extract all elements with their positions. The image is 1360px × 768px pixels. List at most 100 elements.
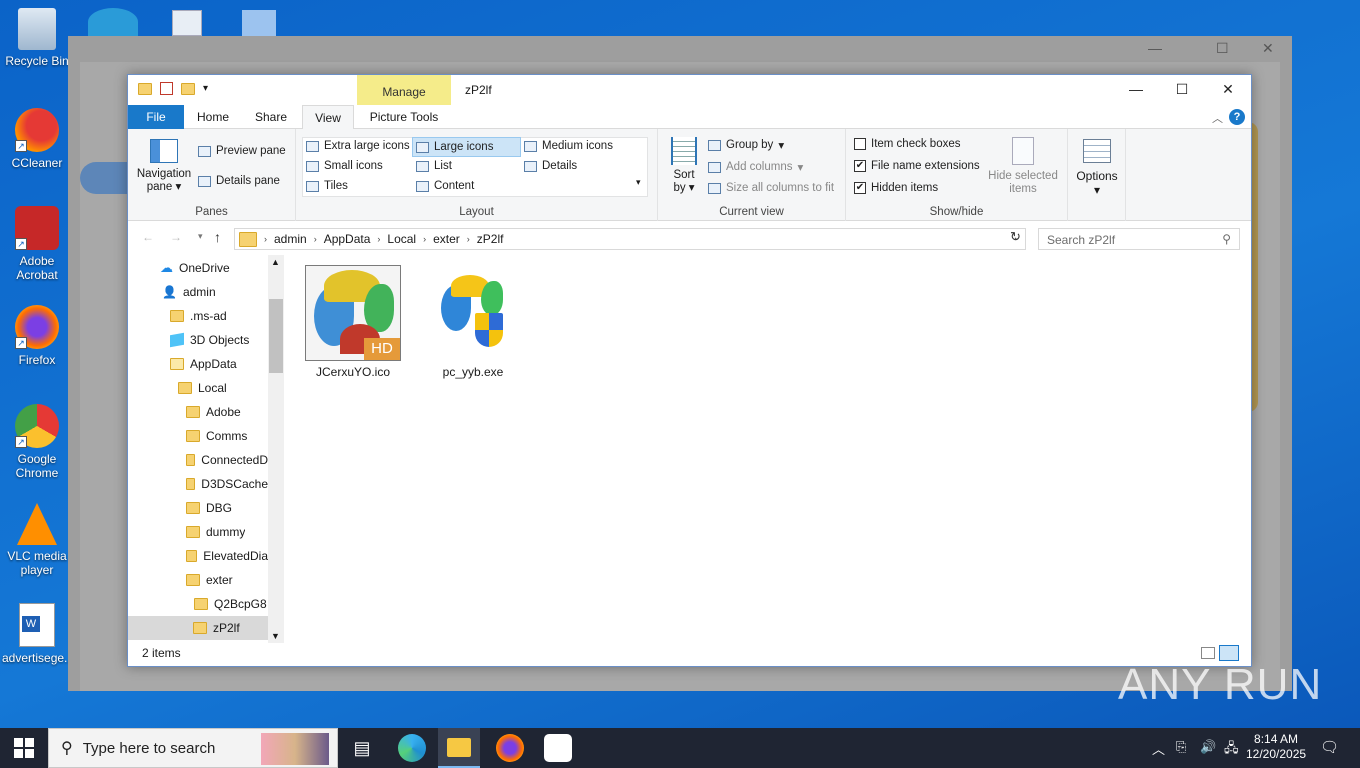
maximize-button[interactable]: ☐ (1159, 75, 1205, 105)
vlc-shortcut[interactable]: VLC media player (2, 503, 72, 577)
item-check-boxes-toggle[interactable]: Item check boxes (854, 138, 960, 150)
scroll-thumb[interactable] (269, 299, 283, 373)
layout-tiles[interactable]: Tiles (306, 180, 348, 192)
large-icons-view-icon[interactable] (1219, 645, 1239, 661)
word-document-shortcut[interactable]: W advertisege... (2, 603, 74, 665)
chrome-shortcut[interactable]: ↗ Google Chrome (2, 404, 72, 480)
tab-picture-tools[interactable]: Picture Tools (364, 105, 444, 129)
firefox-shortcut[interactable]: ↗ Firefox (2, 305, 72, 367)
nav-item-q2bcpg8[interactable]: Q2BcpG8 (194, 592, 267, 616)
windows-start-icon[interactable] (14, 738, 34, 758)
taskbar-search[interactable]: ⚲ Type here to search (48, 728, 338, 768)
maximize-icon[interactable]: ☐ (1216, 40, 1229, 57)
scroll-up-icon[interactable]: ▲ (271, 257, 280, 267)
layout-extra-large-icons[interactable]: Extra large icons (306, 140, 410, 152)
address-bar[interactable]: › admin › AppData › Local › exter › zP2l… (234, 228, 1026, 250)
checkbox-checked[interactable]: ✔ (854, 160, 866, 172)
nav-item-local[interactable]: Local (178, 376, 227, 400)
close-button[interactable]: ✕ (1205, 75, 1251, 105)
app-store-taskbar-icon[interactable] (544, 734, 572, 762)
properties-icon[interactable] (160, 82, 173, 95)
nav-item-comms[interactable]: Comms (186, 424, 247, 448)
new-folder-icon[interactable] (181, 82, 195, 95)
ccleaner-shortcut[interactable]: ↗ CCleaner (2, 108, 72, 170)
manage-contextual-tab[interactable]: Manage (357, 75, 451, 105)
task-view-icon[interactable]: ▤ (348, 734, 376, 762)
explorer-taskbar-button[interactable] (438, 728, 480, 768)
tab-file[interactable]: File (128, 105, 184, 129)
checkbox-unchecked[interactable] (854, 138, 866, 150)
tab-home[interactable]: Home (190, 105, 236, 129)
details-pane-button[interactable]: Details pane (198, 175, 280, 187)
file-item-exe[interactable]: pc_yyb.exe (418, 265, 528, 379)
close-icon[interactable]: ✕ (1262, 40, 1274, 57)
scroll-down-icon[interactable]: ▼ (271, 631, 280, 641)
breadcrumb-zp2lf[interactable]: zP2lf (477, 232, 504, 246)
search-input[interactable]: Search zP2lf ⚲ (1038, 228, 1240, 250)
sort-by-button[interactable]: Sort by ▾ (668, 137, 700, 195)
hidden-items-toggle[interactable]: ✔ Hidden items (854, 182, 938, 194)
firefox-taskbar-icon[interactable] (496, 734, 524, 762)
size-columns-button[interactable]: Size all columns to fit (708, 182, 834, 194)
chevron-down-icon[interactable]: ▾ (203, 83, 208, 94)
nav-item-exter[interactable]: exter (186, 568, 233, 592)
refresh-icon[interactable]: ↻ (1010, 229, 1021, 245)
notification-icon[interactable]: 🗨 (1320, 738, 1339, 756)
add-columns-button[interactable]: Add columns ▾ (708, 160, 803, 174)
layout-medium-icons[interactable]: Medium icons (524, 140, 613, 152)
chevron-up-icon[interactable]: ︿ (1152, 739, 1165, 758)
nav-item-connectedd[interactable]: ConnectedD (186, 448, 268, 472)
hide-selected-items-button[interactable]: Hide selected items (986, 137, 1060, 196)
tab-view[interactable]: View (302, 105, 354, 130)
edge-desktop-icon[interactable] (88, 8, 138, 36)
collapse-ribbon-icon[interactable]: ︿ (1212, 110, 1223, 126)
nav-item-dummy[interactable]: dummy (186, 520, 245, 544)
network-icon[interactable]: 🖧 (1224, 739, 1239, 761)
layout-more-icon[interactable]: ▾ (636, 177, 641, 188)
nav-item-zp2lf[interactable]: zP2lf (128, 616, 268, 640)
breadcrumb-local[interactable]: Local (387, 232, 416, 246)
breadcrumb-exter[interactable]: exter (433, 232, 460, 246)
nav-item-dbg[interactable]: DBG (186, 496, 232, 520)
layout-large-icons[interactable]: Large icons (412, 137, 521, 157)
breadcrumb-appdata[interactable]: AppData (324, 232, 371, 246)
nav-item-onedrive[interactable]: ☁ OneDrive (160, 256, 230, 280)
layout-list[interactable]: List (416, 160, 452, 172)
edge-taskbar-icon[interactable] (398, 734, 426, 762)
details-view-icon[interactable] (1201, 647, 1215, 659)
recycle-bin-icon[interactable]: Recycle Bin (2, 8, 72, 68)
minimize-button[interactable]: — (1113, 75, 1159, 105)
file-desktop-icon[interactable] (242, 10, 276, 36)
nav-item-d3dscache[interactable]: D3DSCache (186, 472, 268, 496)
minimize-icon[interactable]: — (1148, 40, 1162, 56)
tab-share[interactable]: Share (248, 105, 294, 129)
sidebar-active-pill[interactable] (80, 162, 132, 194)
image-file-desktop-icon[interactable] (172, 10, 202, 36)
forward-icon[interactable]: → (170, 230, 182, 244)
nav-item-admin[interactable]: 👤 admin (162, 280, 216, 304)
breadcrumb-admin[interactable]: admin (274, 232, 307, 246)
nav-item-adobe[interactable]: Adobe (186, 400, 241, 424)
nav-item-elevateddia[interactable]: ElevatedDia (186, 544, 268, 568)
clock[interactable]: 8:14 AM 12/20/2025 (1246, 732, 1306, 762)
up-icon[interactable]: ↑ (214, 229, 221, 245)
layout-small-icons[interactable]: Small icons (306, 160, 383, 172)
file-name-extensions-toggle[interactable]: ✔ File name extensions (854, 160, 980, 172)
nav-item-ms-ad[interactable]: .ms-ad (170, 304, 227, 328)
nav-scrollbar[interactable]: ▲ ▼ (268, 255, 284, 643)
group-by-button[interactable]: Group by ▾ (708, 138, 784, 152)
volume-icon[interactable]: 🔊 (1200, 739, 1216, 755)
meet-now-icon[interactable]: ⎘ (1176, 739, 1186, 755)
preview-pane-button[interactable]: Preview pane (198, 145, 286, 157)
help-icon[interactable]: ? (1229, 109, 1245, 125)
nav-item-appdata[interactable]: AppData (170, 352, 237, 376)
navigation-pane-button[interactable]: Navigation pane ▾ (136, 139, 192, 194)
checkbox-checked[interactable]: ✔ (854, 182, 866, 194)
recent-locations-icon[interactable]: ▾ (198, 231, 203, 242)
nav-item-3d-objects[interactable]: 3D Objects (170, 328, 249, 352)
file-item-ico[interactable]: HD JCerxuYO.ico (298, 265, 408, 379)
layout-details[interactable]: Details (524, 160, 577, 172)
adobe-acrobat-shortcut[interactable]: ↗ Adobe Acrobat (2, 206, 72, 282)
options-button[interactable]: Options ▾ (1072, 139, 1122, 197)
layout-content[interactable]: Content (416, 180, 474, 192)
